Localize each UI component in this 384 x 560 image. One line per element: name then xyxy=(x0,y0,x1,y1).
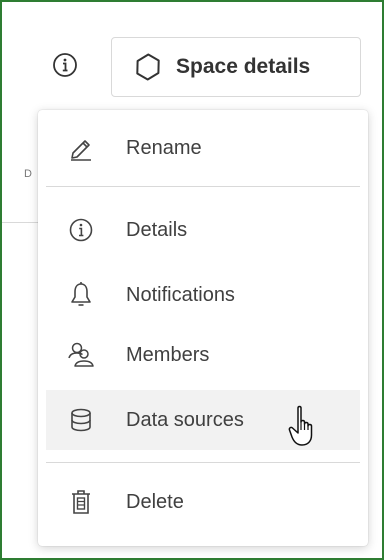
menu-item-label: Members xyxy=(126,343,210,366)
background-divider xyxy=(2,222,42,223)
menu-item-label: Notifications xyxy=(126,283,235,306)
menu-item-members[interactable]: Members xyxy=(46,325,360,385)
menu-item-label: Details xyxy=(126,218,188,241)
menu-separator xyxy=(46,186,360,187)
pencil-icon xyxy=(66,133,96,163)
info-icon xyxy=(53,53,77,77)
menu-item-delete[interactable]: Delete xyxy=(46,472,360,532)
menu-separator xyxy=(46,462,360,463)
menu-item-label: Data sources xyxy=(126,408,244,431)
background-label: D xyxy=(24,168,32,180)
menu-item-label: Delete xyxy=(126,490,184,513)
menu-item-label: Rename xyxy=(126,136,202,159)
database-icon xyxy=(66,405,96,435)
space-details-label: Space details xyxy=(176,55,311,78)
trash-icon xyxy=(66,487,96,517)
menu-item-notifications[interactable]: Notifications xyxy=(46,265,360,325)
info-button[interactable] xyxy=(48,48,82,82)
menu-item-rename[interactable]: Rename xyxy=(46,118,360,178)
info-icon xyxy=(66,215,96,245)
menu-item-data-sources[interactable]: Data sources xyxy=(46,390,360,450)
menu-item-details[interactable]: Details xyxy=(46,200,360,260)
space-actions-menu: Rename Details Notifications Members Dat… xyxy=(38,110,368,546)
space-icon xyxy=(136,53,160,81)
members-icon xyxy=(66,340,96,370)
bell-icon xyxy=(66,280,96,310)
space-details-button[interactable]: Space details xyxy=(111,37,361,97)
